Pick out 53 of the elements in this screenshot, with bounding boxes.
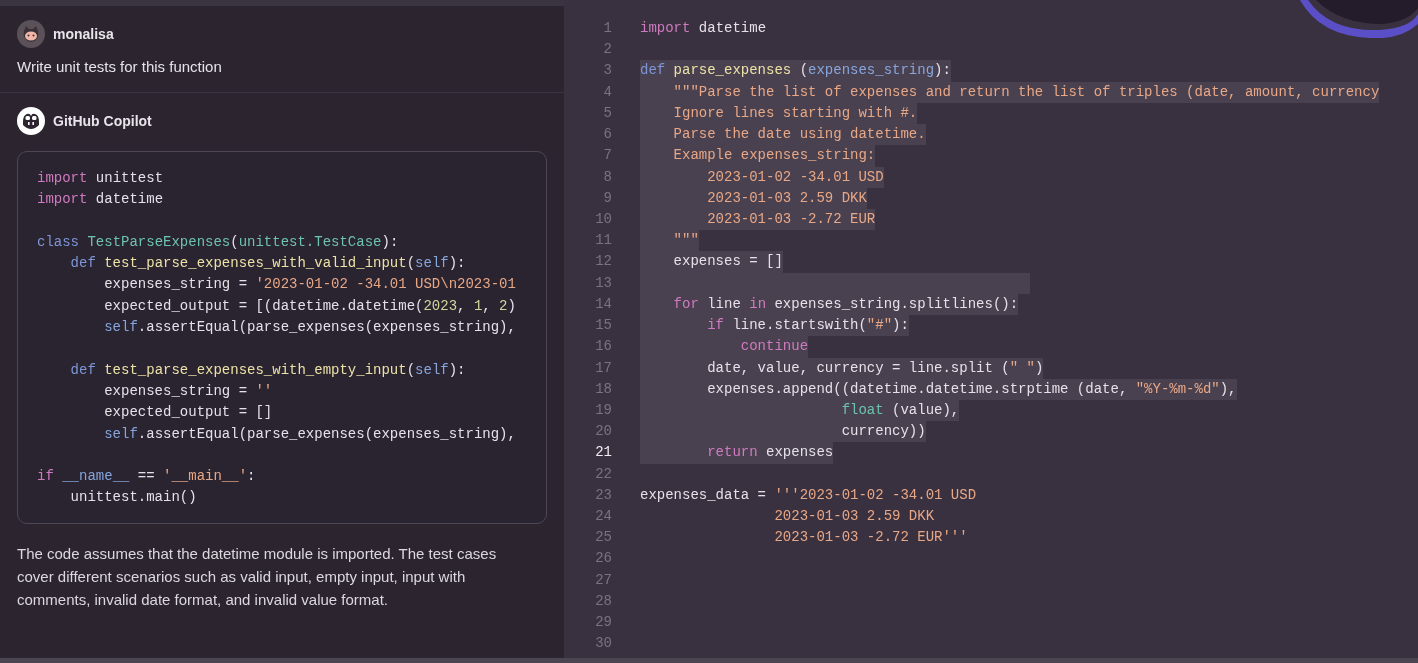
line-number: 23 (594, 485, 612, 505)
line-number: 30 (594, 634, 612, 654)
code-line: def test_parse_expenses_with_valid_input(self): (69, 254, 467, 274)
line-number: 5 (602, 103, 612, 123)
line-number: 19 (594, 400, 612, 420)
code-line: import unittest (37, 169, 165, 188)
code-line: unittest.main() (69, 488, 198, 508)
author-name: GitHub Copilot (53, 113, 152, 129)
code-line: if __name__ == '__main__': (37, 467, 257, 487)
line-number: 18 (594, 379, 612, 399)
code-line: expected_output = [] (103, 403, 274, 423)
code-line: import datetime (640, 19, 767, 38)
line-number: 6 (602, 125, 612, 145)
message-text: Write unit tests for this function (17, 57, 223, 77)
line-number: 7 (602, 146, 612, 166)
copilot-icon (17, 107, 45, 135)
code-line: self.assertEqual(parse_expenses(expenses_string), (103, 424, 517, 444)
line-number: 26 (594, 549, 612, 569)
code-line: expenses_data = '''2023-01-02 -34.01 USD (640, 485, 977, 505)
response-text: The code assumes that the datetime module is imported. The test cases cover different scenarios such as valid input, empty input, input with comments, invalid date format, and invalid value format. (17, 543, 498, 610)
line-number: 28 (594, 591, 612, 611)
line-number: 12 (594, 252, 612, 272)
line-number: 9 (602, 188, 612, 208)
code-line: expected_output = [(datetime.datetime(2023, 1, 2) (103, 296, 517, 316)
line-number: 11 (594, 231, 612, 251)
line-number: 1 (602, 19, 612, 38)
line-number: 25 (594, 528, 612, 548)
code-line: expenses_string = '2023-01-02 -34.01 USD\n2023-01 (103, 275, 517, 295)
line-number: 21 (594, 443, 612, 463)
code-line: class TestParseExpenses(unittest.TestCase): (37, 232, 400, 252)
line-number: 10 (594, 209, 612, 229)
line-number: 17 (594, 358, 612, 378)
line-number: 2 (602, 40, 612, 60)
line-number: 27 (594, 570, 612, 590)
line-number: 14 (594, 294, 612, 314)
line-number: 8 (602, 167, 612, 187)
code-line: 2023-01-03 -2.72 EUR''' (773, 528, 968, 548)
line-number: 15 (594, 316, 612, 336)
author-name: monalisa (53, 26, 114, 42)
line-number: 22 (594, 464, 612, 484)
line-number: 16 (594, 337, 612, 357)
line-number: 4 (602, 82, 612, 102)
code-line: self.assertEqual(parse_expenses(expenses_string), (103, 318, 517, 338)
code-line: import datetime (37, 190, 165, 210)
code-line: 2023-01-03 2.59 DKK (773, 507, 935, 527)
code-line: def test_parse_expenses_with_empty_input(self): (69, 360, 467, 380)
avatar-icon (17, 20, 45, 48)
line-number: 20 (594, 422, 612, 442)
code-line: expenses_string = '' (103, 381, 274, 401)
line-number: 29 (594, 613, 612, 633)
line-number: 24 (594, 507, 612, 527)
line-number: 3 (602, 61, 612, 81)
line-number: 13 (594, 273, 612, 293)
